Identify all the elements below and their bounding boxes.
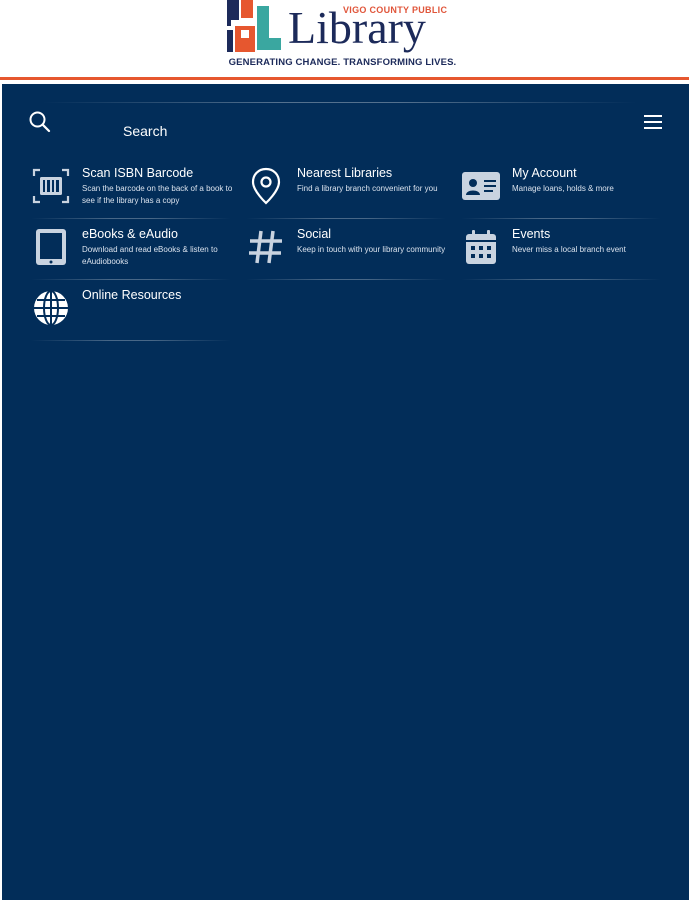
divider [246,279,446,280]
tile-title: Scan ISBN Barcode [82,166,194,180]
divider [31,279,231,280]
tile-scan-isbn[interactable]: Scan ISBN Barcode Scan the barcode on th… [31,166,246,226]
globe-icon [34,290,68,326]
tile-social[interactable]: Social Keep in touch with your library c… [246,227,461,287]
tile-title: My Account [512,166,577,180]
tile-description: Manage loans, holds & more [512,184,614,193]
divider [42,102,637,103]
tile-events[interactable]: Events Never miss a local branch event [461,227,676,287]
divider [31,340,231,341]
tile-description: Download and read eBooks & listen to eAu… [82,245,218,266]
tile-title: eBooks & eAudio [82,227,178,241]
search-icon[interactable] [28,110,52,134]
id-card-icon [462,172,500,200]
tile-title: Nearest Libraries [297,166,393,180]
tile-description: Scan the barcode on the back of a book t… [82,184,233,205]
tablet-icon [36,229,66,265]
tile-online-resources[interactable]: Online Resources [31,288,246,348]
hamburger-menu-icon[interactable] [642,113,664,131]
tile-title: Online Resources [82,288,182,302]
divider [461,279,661,280]
hashtag-icon [249,230,282,264]
tile-description: Find a library branch convenient for you [297,184,438,193]
calendar-icon [466,230,496,264]
tile-my-account[interactable]: My Account Manage loans, holds & more [461,166,676,226]
tile-nearest-libraries[interactable]: Nearest Libraries Find a library branch … [246,166,461,226]
library-logo[interactable]: VIGO COUNTY PUBLIC Library GENERATING CH… [225,0,460,70]
divider [31,218,231,219]
tile-title: Events [512,227,551,241]
barcode-scan-icon [32,168,70,204]
logo-tagline: GENERATING CHANGE. TRANSFORMING LIVES. [228,57,457,68]
tile-description: Never miss a local branch event [512,245,626,254]
header: VIGO COUNTY PUBLIC Library GENERATING CH… [0,0,689,78]
tile-description: Keep in touch with your library communit… [297,245,446,254]
location-pin-icon [251,167,281,205]
divider [461,218,661,219]
tile-title: Social [297,227,332,241]
tile-ebooks-eaudio[interactable]: eBooks & eAudio Download and read eBooks… [31,227,246,287]
search-field[interactable]: Search [123,123,167,139]
vcpl-logo-mark-icon [227,0,281,52]
logo-title: Library [288,2,426,53]
divider [246,218,446,219]
home-panel: Search Scan ISBN Barcode Scan the barcod… [2,84,689,900]
